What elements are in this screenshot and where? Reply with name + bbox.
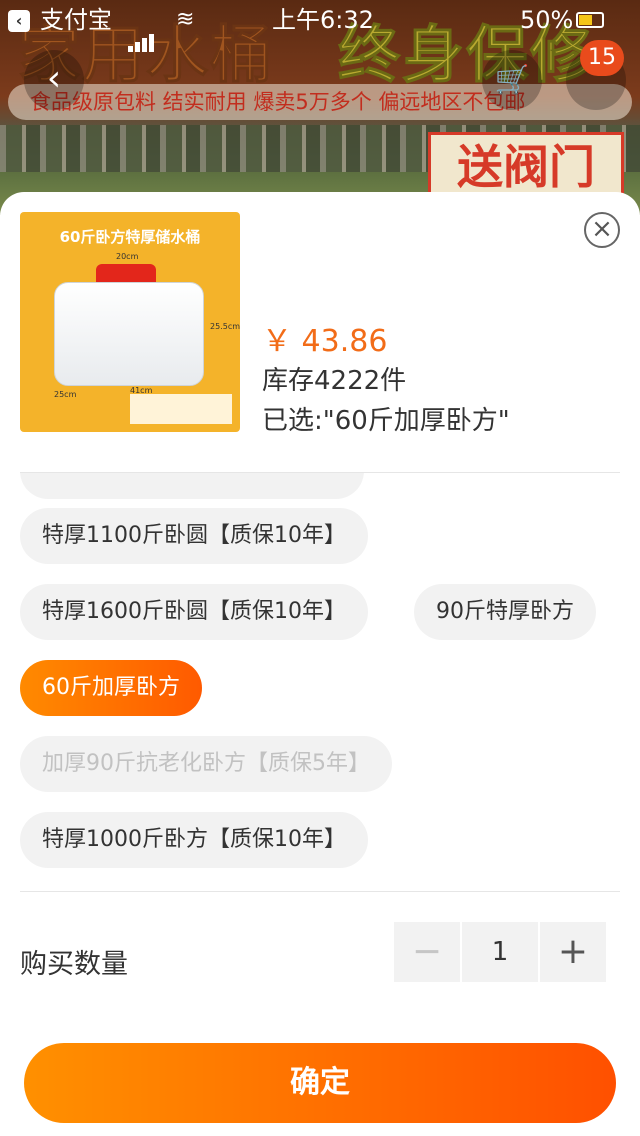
cart-icon[interactable]: 🛒 [482,50,542,110]
spec-table [130,394,232,424]
dimension-label: 25cm [54,390,77,399]
back-icon[interactable]: ‹ [24,50,84,110]
variant-option-disabled: 加厚90斤抗老化卧方【质保5年】 [20,736,392,792]
status-app-name: 支付宝 [40,6,112,34]
variant-option[interactable]: 特厚1100斤卧圆【质保10年】 [20,508,368,564]
variant-option[interactable]: 特厚1600斤卧圆【质保10年】 [20,584,368,640]
quantity-decrement-button[interactable]: − [394,922,460,982]
cart-count-badge: 15 [580,40,624,76]
product-stock: 库存4222件 [262,366,407,396]
variant-option[interactable]: 特厚1000斤卧方【质保10年】 [20,812,368,868]
variant-option-partial[interactable] [20,473,364,499]
variant-options: 特厚1100斤卧圆【质保10年】 特厚1600斤卧圆【质保10年】 90斤特厚卧… [0,473,640,891]
dimension-label: 20cm [116,252,139,261]
variant-option[interactable]: 90斤特厚卧方 [414,584,596,640]
close-icon[interactable]: × [584,212,620,248]
selected-variant: 已选:"60斤加厚卧方" [262,406,510,436]
wifi-icon: ≋ [176,7,195,32]
status-bar: ‹ 支付宝 ≋ 上午6:32 50% [0,0,640,52]
product-price: ￥ 43.86 [262,324,388,359]
battery-icon [576,12,604,28]
dimension-label: 25.5cm [210,322,240,331]
product-thumbnail: 60斤卧方特厚储水桶 20cm 25.5cm 25cm 41cm [20,212,240,432]
signal-icon [128,12,156,52]
thumbnail-title: 60斤卧方特厚储水桶 [59,228,201,246]
confirm-button[interactable]: 确定 [24,1043,616,1123]
variant-option-selected[interactable]: 60斤加厚卧方 [20,660,202,716]
quantity-label: 购买数量 [20,949,128,980]
back-to-app-icon[interactable]: ‹ [8,10,30,32]
divider [20,891,620,892]
tank-body [54,282,204,386]
quantity-input[interactable]: 1 [462,922,538,982]
sku-sheet: 60斤卧方特厚储水桶 20cm 25.5cm 25cm 41cm ￥ 43.86… [0,192,640,1136]
status-time: 上午6:32 [272,6,374,34]
quantity-increment-button[interactable]: + [540,922,606,982]
battery-percent: 50% [520,6,574,34]
